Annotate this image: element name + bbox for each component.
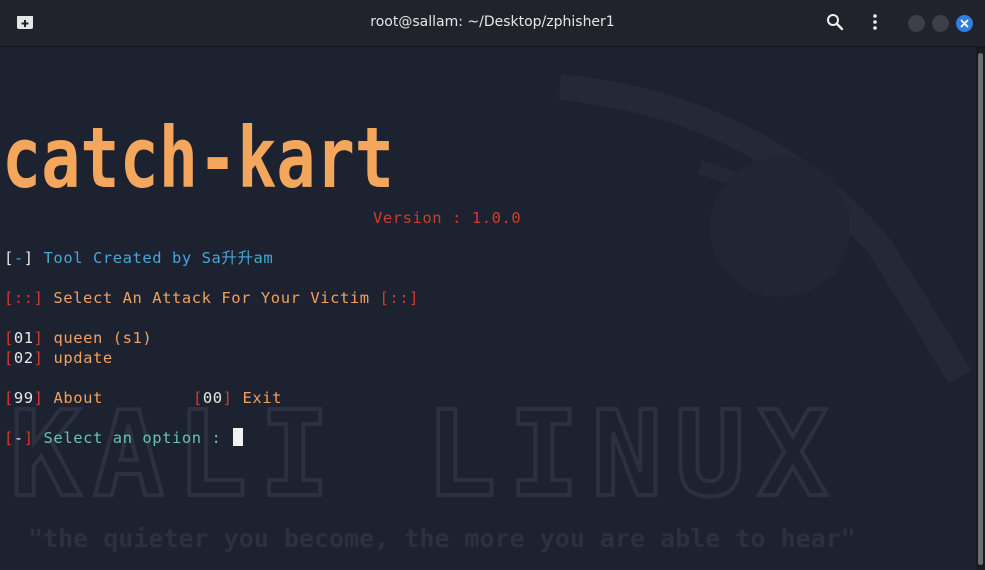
option-number: 01	[13, 329, 34, 347]
heading-text: Select An Attack For Your Victim	[43, 289, 380, 307]
version-text: Version : 1.0.0	[373, 209, 522, 227]
credit-line: [-] Tool Created by Sa升升am	[4, 248, 273, 268]
title-bar: root@sallam: ~/Desktop/zphisher1	[0, 0, 985, 47]
option-number: 02	[13, 349, 34, 367]
bracket-open: [	[4, 249, 14, 267]
ascii-banner: catch-kart	[2, 109, 394, 207]
minimize-icon[interactable]	[908, 15, 925, 32]
maximize-icon[interactable]	[932, 15, 949, 32]
option-number: 99	[13, 389, 34, 407]
kebab-menu-icon[interactable]	[866, 13, 884, 31]
option-number: 00	[202, 389, 223, 407]
banner-text: catch-kart	[2, 109, 394, 207]
text-cursor[interactable]	[233, 428, 244, 446]
prompt-text: Select an option :	[33, 429, 232, 447]
scrollbar[interactable]	[976, 47, 985, 570]
option-exit: [00] Exit	[193, 389, 282, 407]
prompt-mark: -	[13, 429, 24, 447]
bracket-close: ]	[23, 249, 34, 267]
credit-text: Tool Created by Sa升升am	[33, 249, 274, 267]
option-queen: [01] queen (s1)	[4, 329, 153, 347]
option-label: update	[53, 349, 113, 367]
heading-right-mark: [::]	[379, 289, 420, 307]
option-label: About	[53, 389, 103, 407]
option-update: [02] update	[4, 349, 113, 367]
search-icon[interactable]	[826, 13, 844, 31]
prompt-line[interactable]: [-] Select an option :	[4, 428, 244, 448]
terminal-area[interactable]: KALI LINUX "the quieter you become, the …	[0, 47, 976, 570]
option-label: queen (s1)	[53, 329, 153, 347]
background-wordmark: KALI LINUX	[10, 385, 840, 523]
credit-mark: -	[13, 249, 24, 267]
option-about: [99] About	[4, 389, 103, 407]
background-quote: "the quieter you become, the more you ar…	[28, 524, 856, 553]
terminal-window: root@sallam: ~/Desktop/zphisher1 KALI LI…	[0, 0, 985, 570]
heading-left-mark: [::]	[4, 289, 44, 307]
close-icon[interactable]	[956, 15, 973, 32]
menu-heading: [::] Select An Attack For Your Victim [:…	[4, 288, 419, 308]
scrollbar-thumb[interactable]	[978, 53, 983, 565]
option-label: Exit	[242, 389, 282, 407]
